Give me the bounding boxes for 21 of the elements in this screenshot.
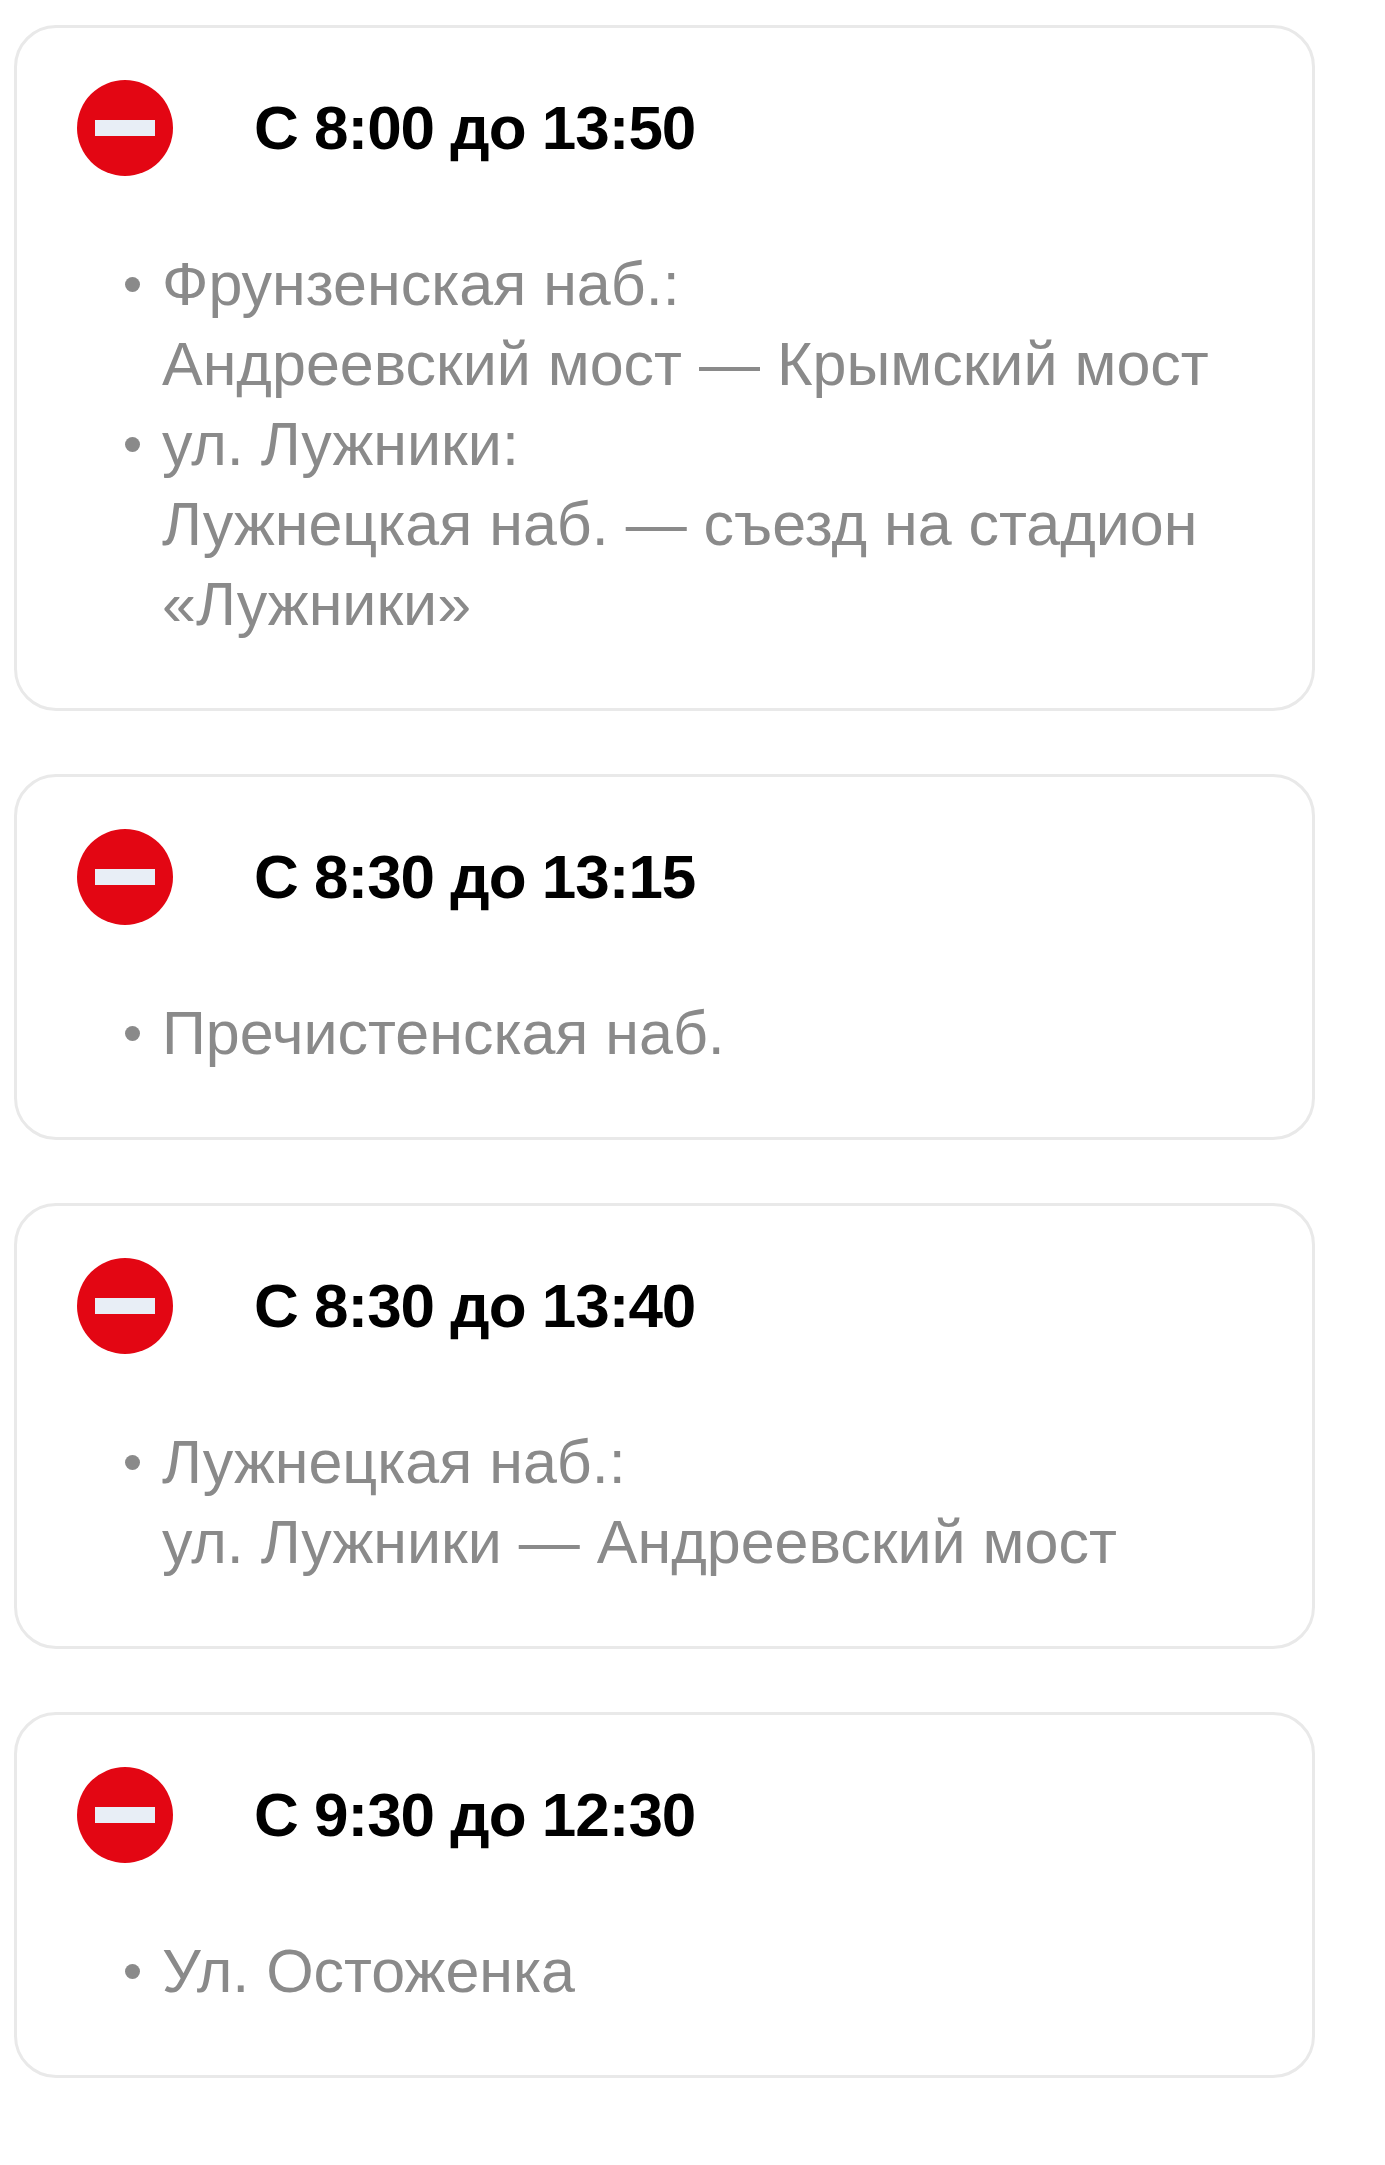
street-name: Пречистенская наб. [162, 998, 725, 1069]
time-range: С 8:00 до 13:50 [254, 91, 696, 164]
no-entry-icon [77, 80, 173, 176]
segment-text: ул. Лужники — Андреевский мост [162, 1507, 1117, 1578]
bullet-icon [125, 437, 140, 452]
street-name: Ул. Остоженка [162, 1936, 575, 2007]
time-range: С 9:30 до 12:30 [254, 1778, 696, 1851]
street-name: Лужнецкая наб.: [162, 1427, 627, 1498]
segment-text: Андреевский мост — Крымский мост [162, 329, 1209, 400]
bullet-icon [125, 1026, 140, 1041]
no-entry-icon [77, 829, 173, 925]
no-entry-icon [77, 1258, 173, 1354]
time-range: С 8:30 до 13:15 [254, 840, 696, 913]
bullet-icon [125, 277, 140, 292]
no-entry-icon [77, 1767, 173, 1863]
time-range: С 8:30 до 13:40 [254, 1269, 696, 1342]
segment-text: Лужнецкая наб. — съезд на стадион «Лужники» [162, 489, 1199, 640]
street-name: Фрунзенская наб.: [162, 249, 681, 320]
bullet-icon [125, 1455, 140, 1470]
street-name: ул. Лужники: [162, 409, 520, 480]
bullet-icon [125, 1964, 140, 1979]
